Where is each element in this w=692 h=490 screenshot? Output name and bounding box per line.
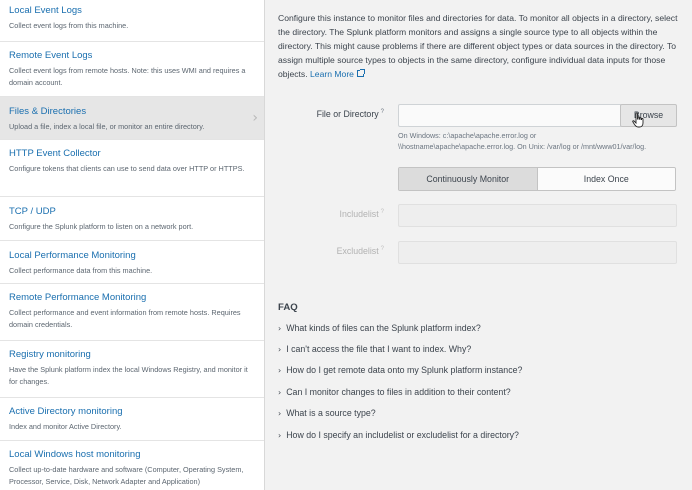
sidebar-item-title: TCP / UDP — [9, 206, 56, 217]
excludelist-input[interactable] — [398, 241, 677, 264]
sidebar-item-files-directories[interactable]: Files & Directories Upload a file, index… — [0, 97, 264, 140]
sidebar-item-http-event-collector[interactable]: HTTP Event Collector Configure tokens th… — [0, 140, 264, 197]
sidebar-item-description: Index and monitor Active Directory. — [9, 422, 122, 431]
file-or-directory-input[interactable] — [398, 104, 622, 127]
sidebar-item-tcp-udp[interactable]: TCP / UDP Configure the Splunk platform … — [0, 197, 264, 241]
sidebar-item-title: Files & Directories — [9, 106, 87, 117]
includelist-input[interactable] — [398, 204, 677, 227]
sidebar-item-title: Remote Event Logs — [9, 50, 93, 61]
faq-item[interactable]: › How do I get remote data onto my Splunk… — [278, 365, 522, 375]
learn-more-link[interactable]: Learn More — [310, 69, 365, 79]
faq-item[interactable]: › What is a source type? — [278, 408, 376, 418]
index-once-button[interactable]: Index Once — [537, 168, 675, 190]
hand-cursor-icon — [632, 112, 644, 128]
faq-item[interactable]: › Can I monitor changes to files in addit… — [278, 387, 511, 397]
browse-button[interactable]: Browse — [620, 104, 677, 127]
sidebar-item-remote-performance-monitoring[interactable]: Remote Performance Monitoring Collect pe… — [0, 284, 264, 341]
faq-heading: FAQ — [278, 302, 298, 313]
sidebar-item-title: Active Directory monitoring — [9, 406, 123, 417]
sidebar-item-description: Configure the Splunk platform to listen … — [9, 222, 194, 231]
chevron-right-icon: › — [278, 387, 282, 397]
chevron-right-icon: › — [252, 110, 258, 126]
sidebar-item-title: Local Performance Monitoring — [9, 250, 136, 261]
chevron-right-icon: › — [278, 344, 282, 354]
faq-item[interactable]: › What kinds of files can the Splunk plat… — [278, 323, 481, 333]
sidebar-item-local-event-logs[interactable]: Local Event Logs Collect event logs from… — [0, 0, 264, 42]
intro-text: Configure this instance to monitor files… — [278, 11, 678, 81]
files-directories-panel: Configure this instance to monitor files… — [266, 0, 692, 490]
sidebar-item-description: Collect event logs from remote hosts. No… — [9, 66, 246, 87]
file-or-directory-label: File or Directory? — [266, 109, 384, 119]
sidebar-item-title: HTTP Event Collector — [9, 148, 101, 159]
faq-question: What is a source type? — [286, 408, 376, 418]
faq-item[interactable]: › How do I specify an includelist or excl… — [278, 430, 519, 440]
sidebar-item-title: Local Event Logs — [9, 5, 82, 16]
includelist-label: Includelist? — [266, 209, 384, 219]
faq-question: What kinds of files can the Splunk platf… — [286, 323, 481, 333]
sidebar-item-title: Remote Performance Monitoring — [9, 292, 147, 303]
input-type-sidebar: Local Event Logs Collect event logs from… — [0, 0, 265, 490]
chevron-right-icon: › — [278, 365, 282, 375]
excludelist-label: Excludelist? — [266, 246, 384, 256]
chevron-right-icon: › — [278, 323, 282, 333]
sidebar-item-local-performance-monitoring[interactable]: Local Performance Monitoring Collect per… — [0, 241, 264, 284]
path-hint: On Windows: c:\apache\apache.error.log o… — [398, 131, 683, 152]
help-icon[interactable]: ? — [381, 209, 384, 215]
sidebar-item-description: Collect up-to-date hardware and software… — [9, 465, 244, 486]
sidebar-item-description: Collect event logs from this machine. — [9, 21, 129, 30]
file-or-directory-text: File or Directory — [316, 109, 379, 119]
sidebar-item-description: Configure tokens that clients can use to… — [9, 164, 245, 173]
sidebar-item-description: Upload a file, index a local file, or mo… — [9, 122, 205, 131]
sidebar-item-remote-event-logs[interactable]: Remote Event Logs Collect event logs fro… — [0, 42, 264, 97]
sidebar-item-description: Collect performance and event informatio… — [9, 308, 241, 329]
faq-item[interactable]: › I can't access the file that I want to … — [278, 344, 471, 354]
sidebar-item-description: Have the Splunk platform index the local… — [9, 365, 248, 386]
help-icon[interactable]: ? — [381, 109, 384, 115]
continuously-monitor-button[interactable]: Continuously Monitor — [399, 168, 538, 190]
faq-question: Can I monitor changes to files in additi… — [286, 387, 511, 397]
sidebar-item-title: Registry monitoring — [9, 349, 91, 360]
learn-more-label: Learn More — [310, 69, 354, 79]
excludelist-text: Excludelist — [336, 246, 379, 256]
faq-question: I can't access the file that I want to i… — [286, 344, 472, 354]
sidebar-item-local-windows-host-monitoring[interactable]: Local Windows host monitoring Collect up… — [0, 441, 264, 490]
sidebar-item-title: Local Windows host monitoring — [9, 449, 141, 460]
sidebar-item-registry-monitoring[interactable]: Registry monitoring Have the Splunk plat… — [0, 341, 264, 398]
faq-question: How do I specify an includelist or exclu… — [286, 430, 519, 440]
chevron-right-icon: › — [278, 408, 282, 418]
sidebar-item-active-directory-monitoring[interactable]: Active Directory monitoring Index and mo… — [0, 398, 264, 441]
path-hint-line: On Windows: c:\apache\apache.error.log o… — [398, 131, 537, 140]
sidebar-item-description: Collect performance data from this machi… — [9, 266, 153, 275]
includelist-text: Includelist — [339, 209, 379, 219]
chevron-right-icon: › — [278, 430, 282, 440]
monitor-mode-toggle: Continuously Monitor Index Once — [398, 167, 676, 191]
faq-question: How do I get remote data onto my Splunk … — [286, 365, 523, 375]
path-hint-line: \\hostname\apache\apache.error.log. On U… — [398, 141, 647, 151]
help-icon[interactable]: ? — [381, 246, 384, 252]
external-link-icon — [356, 69, 365, 77]
